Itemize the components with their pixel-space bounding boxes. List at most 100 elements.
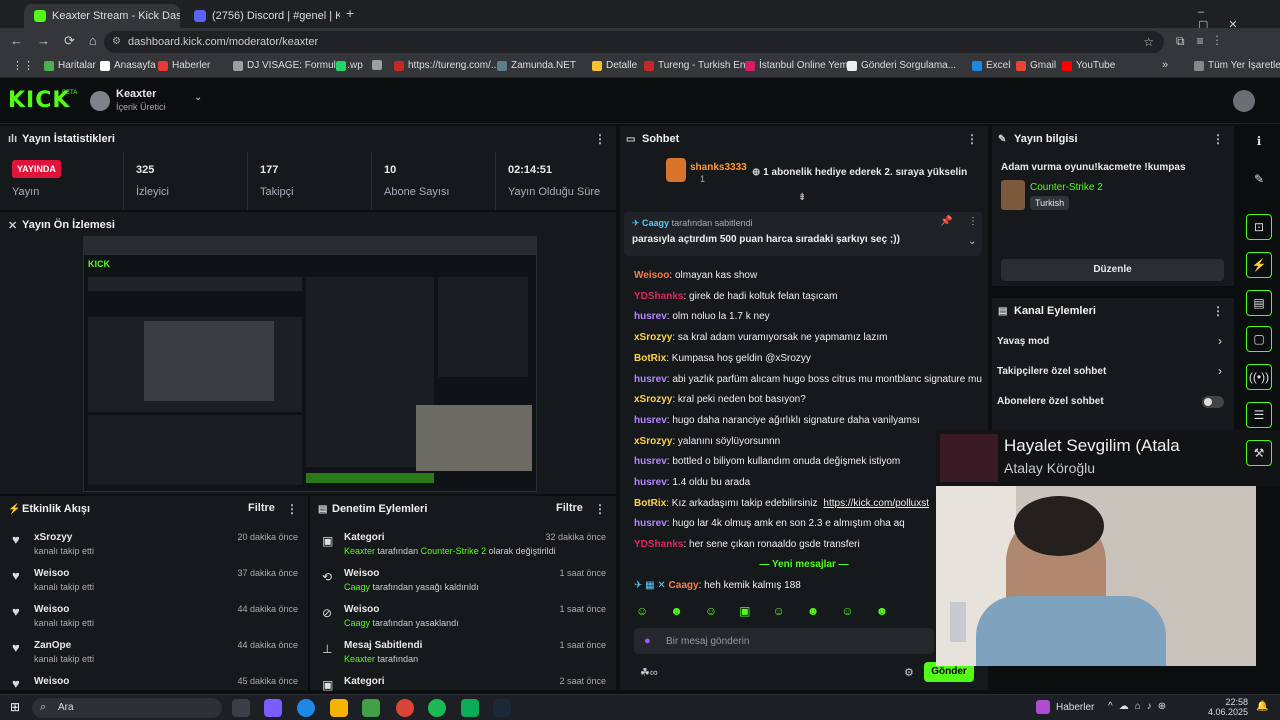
category-link[interactable]: Counter-Strike 2 — [1030, 182, 1103, 193]
task-view-icon[interactable] — [232, 699, 250, 717]
list-icon[interactable]: ▤ — [1246, 290, 1272, 316]
bookmark-star-icon[interactable]: ☆ — [1143, 31, 1154, 53]
chat-username[interactable]: husrev — [634, 415, 667, 426]
app-icon[interactable] — [362, 699, 380, 717]
bookmark-item[interactable]: wp — [336, 60, 363, 71]
apps-icon[interactable]: ⋮⋮ — [12, 59, 34, 72]
moderation-item[interactable]: ⊥ Mesaj Sabitlendi Keaxter tarafından 1 sa… — [310, 634, 616, 670]
chrome-icon[interactable] — [396, 699, 414, 717]
panel-menu-icon[interactable]: ⋮ — [1212, 304, 1224, 318]
bookmark-item[interactable]: Gönderi Sorgulama... — [847, 60, 956, 71]
steam-icon[interactable] — [493, 699, 511, 717]
chat-username[interactable]: husrev — [634, 374, 667, 385]
system-tray-icon[interactable]: ^☁⌂♪⊕ — [1108, 701, 1172, 712]
subscribers-only-item[interactable]: Abonelere özel sohbet — [997, 396, 1104, 407]
moderation-filter-button[interactable]: Filtre — [556, 502, 583, 514]
activity-user[interactable]: Weisoo — [34, 676, 69, 687]
file-explorer-icon[interactable] — [330, 699, 348, 717]
bookmark-item[interactable]: Detalle — [592, 60, 637, 71]
user-avatar[interactable] — [1233, 90, 1255, 112]
activity-item[interactable]: ♥ Weisoo kanalı takip etti 37 dakika önce — [0, 562, 308, 598]
settings-gear-icon[interactable]: ⚙ — [904, 666, 914, 679]
bookmark-item[interactable]: YouTube — [1062, 60, 1115, 71]
edit-icon[interactable]: ✎ — [1246, 166, 1272, 192]
moderation-item[interactable]: ▣ Kategori Keaxter tarafından Counter-Stri… — [310, 526, 616, 562]
bookmark-item[interactable]: İstanbul Online Yem... — [745, 60, 856, 71]
chat-input[interactable]: ● Bir mesaj gönderin — [634, 628, 934, 654]
bookmark-item[interactable]: DJ VISAGE: Formula... — [233, 60, 350, 71]
start-icon[interactable]: ⊞ — [10, 700, 20, 714]
chat-username[interactable]: husrev — [634, 311, 667, 322]
browser-tab-discord[interactable]: (2756) Discord | #genel | Ka × — [184, 4, 340, 28]
notifications-icon[interactable]: 🔔 — [1256, 701, 1268, 712]
activity-filter-button[interactable]: Filtre — [248, 502, 275, 514]
gift-user[interactable]: shanks3333 — [690, 162, 747, 173]
chevron-down-icon[interactable]: ⌄ — [194, 92, 202, 103]
panel-menu-icon[interactable]: ⋮ — [966, 132, 978, 146]
chat-username[interactable]: xSrozyy — [634, 394, 672, 405]
edit-button[interactable]: Düzenle — [1001, 259, 1224, 281]
more-bookmarks-icon[interactable]: » — [1162, 59, 1168, 71]
chevron-down-icon[interactable]: ⌄ — [968, 236, 976, 247]
panel-menu-icon[interactable]: ⋮ — [594, 132, 606, 146]
bookmark-item[interactable]: Tureng - Turkish En... — [644, 60, 754, 71]
copilot-icon[interactable] — [264, 699, 282, 717]
activity-user[interactable]: ZanOpe — [34, 640, 71, 651]
chat-username[interactable]: BotRix — [634, 498, 666, 509]
info-icon[interactable]: ℹ — [1246, 128, 1272, 154]
pinned-message[interactable]: ✈ Caagy tarafından sabitlendi parasıyla … — [624, 212, 982, 256]
chevron-right-icon[interactable]: › — [1218, 364, 1222, 378]
activity-item[interactable]: ♥ Weisoo kanalı takip etti 44 dakika önce — [0, 598, 308, 634]
emote-bar[interactable]: ☺☻☺▣☺☻☺☻ — [636, 604, 936, 622]
slow-mode-item[interactable]: Yavaş mod — [997, 336, 1049, 347]
chat-username[interactable]: husrev — [634, 477, 667, 488]
edge-icon[interactable] — [297, 699, 315, 717]
panel-menu-icon[interactable]: ⋮ — [286, 502, 298, 516]
chat-username[interactable]: xSrozyy — [634, 436, 672, 447]
bookmark-item[interactable]: Gmail — [1016, 60, 1056, 71]
spotify-icon[interactable] — [428, 699, 446, 717]
bookmark-item[interactable]: https://tureng.com/... — [394, 60, 499, 71]
stack-icon[interactable]: ☰ — [1246, 402, 1272, 428]
news-widget[interactable]: Haberler — [1056, 702, 1094, 713]
moderation-item[interactable]: ⊘ Weisoo Caagy tarafından yasaklandı 1 saa… — [310, 598, 616, 634]
broadcast-icon[interactable]: ((•)) — [1246, 364, 1272, 390]
new-messages-divider[interactable]: — Yeni mesajlar — — [620, 559, 988, 570]
tools-icon[interactable]: ⚒ — [1246, 440, 1272, 466]
nav-buttons-icon[interactable]: ←→⟳⌂ — [10, 33, 111, 49]
stream-preview-video[interactable]: KICK — [83, 236, 537, 492]
taskbar-search[interactable]: ⌕ Ara — [32, 698, 222, 718]
extensions-icon[interactable]: ⧉≡⋮ — [1176, 34, 1231, 49]
bookmark-item[interactable]: Zamunda.NET — [497, 60, 576, 71]
activity-user[interactable]: Weisoo — [34, 568, 69, 579]
new-tab-icon[interactable]: + — [346, 5, 354, 21]
chat-username[interactable]: husrev — [634, 518, 667, 529]
site-info-icon[interactable]: ⚙ — [112, 31, 121, 53]
chat-username[interactable]: husrev — [634, 456, 667, 467]
moderation-item[interactable]: ⟲ Weisoo Caagy tarafından yasağı kaldırıld… — [310, 562, 616, 598]
news-widget-icon[interactable] — [1036, 700, 1050, 714]
collapse-icon[interactable]: ⇟ — [798, 192, 806, 203]
bookmark-item[interactable]: Haritalar — [44, 60, 96, 71]
chat-username[interactable]: xSrozyy — [634, 332, 672, 343]
pin-toggle-icon[interactable]: 📌 — [940, 216, 952, 227]
followers-only-item[interactable]: Takipçilere özel sohbet — [997, 366, 1106, 377]
browser-tab-kick[interactable]: Keaxter Stream - Kick Dashboa × — [24, 4, 180, 28]
url-input[interactable]: ⚙ dashboard.kick.com/moderator/keaxter ☆ — [104, 31, 1164, 53]
chat-username[interactable]: YDShanks — [634, 539, 683, 550]
activity-user[interactable]: Weisoo — [34, 604, 69, 615]
bookmark-item[interactable]: Haberler — [158, 60, 210, 71]
bookmark-item[interactable]: Anasayfa — [100, 60, 156, 71]
activity-item[interactable]: ♥ xSrozyy kanalı takip etti 20 dakika önce — [0, 526, 308, 562]
emote-picker-icon[interactable]: ☘∞ — [640, 666, 658, 679]
lightning-icon[interactable]: ⚡ — [1246, 252, 1272, 278]
subscribers-only-toggle[interactable] — [1202, 396, 1224, 408]
app-icon[interactable] — [461, 699, 479, 717]
bookmark-item[interactable] — [372, 60, 382, 70]
all-bookmarks-folder[interactable]: Tüm Yer İşaretleri — [1194, 60, 1280, 71]
chevron-right-icon[interactable]: › — [1218, 334, 1222, 348]
chat-username[interactable]: Weisoo — [634, 270, 669, 281]
pinned-menu-icon[interactable]: ⋮ — [968, 216, 978, 227]
channel-name[interactable]: Keaxter — [116, 88, 156, 100]
panel-menu-icon[interactable]: ⋮ — [594, 502, 606, 516]
